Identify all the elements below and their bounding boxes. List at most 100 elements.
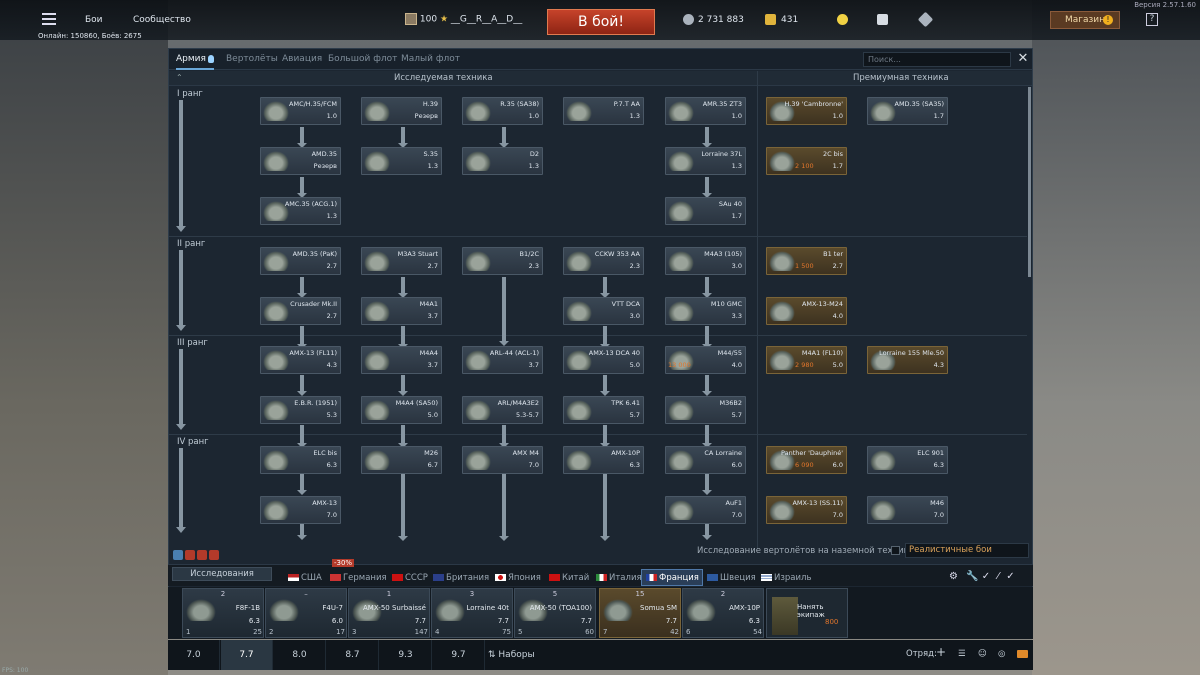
vehicle-card[interactable]: CCKW 353 AA 2.3 bbox=[563, 247, 644, 275]
vehicle-card[interactable]: S.35 1.3 bbox=[361, 147, 442, 175]
vehicle-card[interactable]: AMC.35 (ACG.1) 1.3 bbox=[260, 197, 341, 225]
nation-germany[interactable]: Германия bbox=[330, 573, 387, 583]
discount-icon[interactable] bbox=[209, 550, 219, 560]
nation-ussr[interactable]: СССР bbox=[392, 573, 428, 583]
crew-slot[interactable]: 3 Lorraine 40t 7.7 4 75 bbox=[431, 588, 513, 638]
menu-battles[interactable]: Бои bbox=[85, 15, 103, 25]
vehicle-card[interactable]: M4A4 (SA50) 5.0 bbox=[361, 396, 442, 424]
player-info[interactable]: 100 ★ __G__R__A__D__ bbox=[405, 13, 522, 25]
br-tab[interactable]: 7.0 bbox=[168, 640, 220, 670]
tab-bluewater-fleet[interactable]: Большой флот bbox=[328, 54, 397, 64]
vehicle-card[interactable]: CA Lorraine 6.0 bbox=[665, 446, 746, 474]
vehicle-card[interactable]: M4A1 3.7 bbox=[361, 297, 442, 325]
rank-label[interactable]: III ранг bbox=[177, 338, 208, 348]
nation-china[interactable]: Китай bbox=[549, 573, 589, 583]
br-tab[interactable]: 8.7 bbox=[327, 640, 379, 670]
bonus-icon[interactable] bbox=[173, 550, 183, 560]
premium-vehicle-card[interactable]: Panther 'Dauphiné' 6 090 6.0 bbox=[766, 446, 847, 474]
vehicle-card[interactable]: ELC 901 6.3 bbox=[867, 446, 948, 474]
menu-community[interactable]: Сообщество bbox=[133, 15, 191, 25]
coupon-icon[interactable] bbox=[917, 11, 934, 28]
check-all-icon[interactable]: ✓ bbox=[1006, 571, 1014, 582]
friends-icon[interactable]: ☺ bbox=[978, 649, 987, 659]
to-battle-button[interactable]: В бой! bbox=[547, 9, 655, 35]
vehicle-card[interactable]: AuF1 7.0 bbox=[665, 496, 746, 524]
collapse-icon[interactable]: ⌃ bbox=[176, 73, 183, 82]
vehicle-card[interactable]: M4A3 (105) 3.0 bbox=[665, 247, 746, 275]
nation-japan[interactable]: Япония bbox=[495, 573, 541, 583]
vehicle-card[interactable]: M4A4 3.7 bbox=[361, 346, 442, 374]
bonus-icon[interactable] bbox=[197, 550, 207, 560]
vehicle-card[interactable]: ARL-44 (ACL-1) 3.7 bbox=[462, 346, 543, 374]
add-squad-icon[interactable]: + bbox=[936, 645, 946, 659]
br-tab[interactable]: 9.3 bbox=[380, 640, 432, 670]
vehicle-card[interactable]: R.35 (SA38) 1.0 bbox=[462, 97, 543, 125]
vehicle-card[interactable]: Crusader Mk.II 2.7 bbox=[260, 297, 341, 325]
heli-research-checkbox[interactable] bbox=[891, 546, 900, 555]
chat-icon[interactable]: ◎ bbox=[998, 649, 1005, 659]
search-input[interactable]: Поиск... bbox=[863, 52, 1011, 67]
crew-slot[interactable]: – F4U-7 6.0 2 17 bbox=[265, 588, 347, 638]
vehicle-group-card[interactable]: ARL/M4A3E2 5.3-5.7 bbox=[462, 396, 543, 424]
vehicle-card[interactable]: AMX-13 (FL11) 4.3 bbox=[260, 346, 341, 374]
tab-aviation[interactable]: Авиация bbox=[282, 54, 322, 64]
br-tab[interactable]: 8.0 bbox=[274, 640, 326, 670]
research-button[interactable]: Исследования bbox=[172, 567, 272, 581]
vehicle-card[interactable]: M10 GMC 3.3 bbox=[665, 297, 746, 325]
shop-button[interactable]: Магазин ! bbox=[1050, 11, 1120, 29]
nation-britain[interactable]: Британия bbox=[433, 573, 489, 583]
vehicle-card[interactable]: AMX M4 7.0 bbox=[462, 446, 543, 474]
vehicle-group-card[interactable]: B1/2C 2.3 bbox=[462, 247, 543, 275]
vehicle-card[interactable]: TPK 6.41 5.7 bbox=[563, 396, 644, 424]
vehicle-card[interactable]: Lorraine 37L 1.3 bbox=[665, 147, 746, 175]
vehicle-card[interactable]: AMR.35 ZT3 1.0 bbox=[665, 97, 746, 125]
vehicle-card[interactable]: M44/55 13 000 4.0 bbox=[665, 346, 746, 374]
nation-sweden[interactable]: Швеция bbox=[707, 573, 756, 583]
vehicle-card[interactable]: SAu 40 1.7 bbox=[665, 197, 746, 225]
crew-slot[interactable]: 2 AMX-10P 6.3 6 54 bbox=[682, 588, 764, 638]
list-icon[interactable]: ☰ bbox=[958, 649, 966, 659]
check-icon[interactable]: ✓ bbox=[982, 571, 990, 582]
rank-label[interactable]: II ранг bbox=[177, 239, 205, 249]
premium-vehicle-card[interactable]: 2C bis 2 100 1.7 bbox=[766, 147, 847, 175]
crew-slot[interactable]: 1 AMX-50 Surbaissé 7.7 3 147 bbox=[348, 588, 430, 638]
vehicle-card[interactable]: M3A3 Stuart 2.7 bbox=[361, 247, 442, 275]
nation-israel[interactable]: Израиль bbox=[761, 573, 811, 583]
warbond-icon[interactable] bbox=[877, 14, 888, 25]
br-tab[interactable]: 9.7 bbox=[433, 640, 485, 670]
repair-icon[interactable]: ⁄ bbox=[997, 571, 999, 582]
help-button[interactable]: ? bbox=[1146, 13, 1158, 26]
vehicle-card[interactable]: P.7.T AA 1.3 bbox=[563, 97, 644, 125]
vehicle-card[interactable]: AMX-10P 6.3 bbox=[563, 446, 644, 474]
crew-slot[interactable]: 2 F8F-1B 6.3 1 25 bbox=[182, 588, 264, 638]
vehicle-card[interactable]: M46 7.0 bbox=[867, 496, 948, 524]
tab-army[interactable]: Армия bbox=[176, 54, 214, 70]
nation-usa[interactable]: США bbox=[288, 573, 322, 583]
vehicle-card[interactable]: AMD.35 Резерв bbox=[260, 147, 341, 175]
scrollbar[interactable] bbox=[1028, 87, 1031, 277]
premium-vehicle-card[interactable]: H.39 'Cambronne' 1.0 bbox=[766, 97, 847, 125]
vehicle-card[interactable]: H.39 Резерв bbox=[361, 97, 442, 125]
vehicle-card[interactable]: ELC bis 6.3 bbox=[260, 446, 341, 474]
vehicle-card[interactable]: AMD.35 (PaK) 2.7 bbox=[260, 247, 341, 275]
vehicle-card[interactable]: D2 1.3 bbox=[462, 147, 543, 175]
vehicle-card[interactable]: AMX-13 7.0 bbox=[260, 496, 341, 524]
premium-vehicle-card[interactable]: AMX-13-M24 4.0 bbox=[766, 297, 847, 325]
game-mode-select[interactable]: Реалистичные бои bbox=[905, 543, 1029, 558]
nation-italy[interactable]: Италия bbox=[596, 573, 642, 583]
mail-icon[interactable] bbox=[1017, 650, 1028, 658]
gear-icon[interactable]: ⚙ bbox=[949, 571, 958, 582]
vehicle-card[interactable]: M26 6.7 bbox=[361, 446, 442, 474]
presets-button[interactable]: ⇅ Наборы bbox=[488, 640, 535, 670]
rank-label[interactable]: I ранг bbox=[177, 89, 203, 99]
vehicle-card[interactable]: M36B2 5.7 bbox=[665, 396, 746, 424]
rank-label[interactable]: IV ранг bbox=[177, 437, 209, 447]
vehicle-card[interactable]: AMX-13 DCA 40 5.0 bbox=[563, 346, 644, 374]
vehicle-card[interactable]: AMD.35 (SA35) 1.7 bbox=[867, 97, 948, 125]
vehicle-card[interactable]: VTT DCA 3.0 bbox=[563, 297, 644, 325]
premium-vehicle-card[interactable]: Lorraine 155 Mle.50 4.3 bbox=[867, 346, 948, 374]
premium-vehicle-card[interactable]: AMX-13 (SS.11) 7.0 bbox=[766, 496, 847, 524]
premium-vehicle-card[interactable]: B1 ter 1 500 2.7 bbox=[766, 247, 847, 275]
premium-vehicle-card[interactable]: M4A1 (FL10) 2 980 5.0 bbox=[766, 346, 847, 374]
tab-coastal-fleet[interactable]: Малый флот bbox=[401, 54, 460, 64]
